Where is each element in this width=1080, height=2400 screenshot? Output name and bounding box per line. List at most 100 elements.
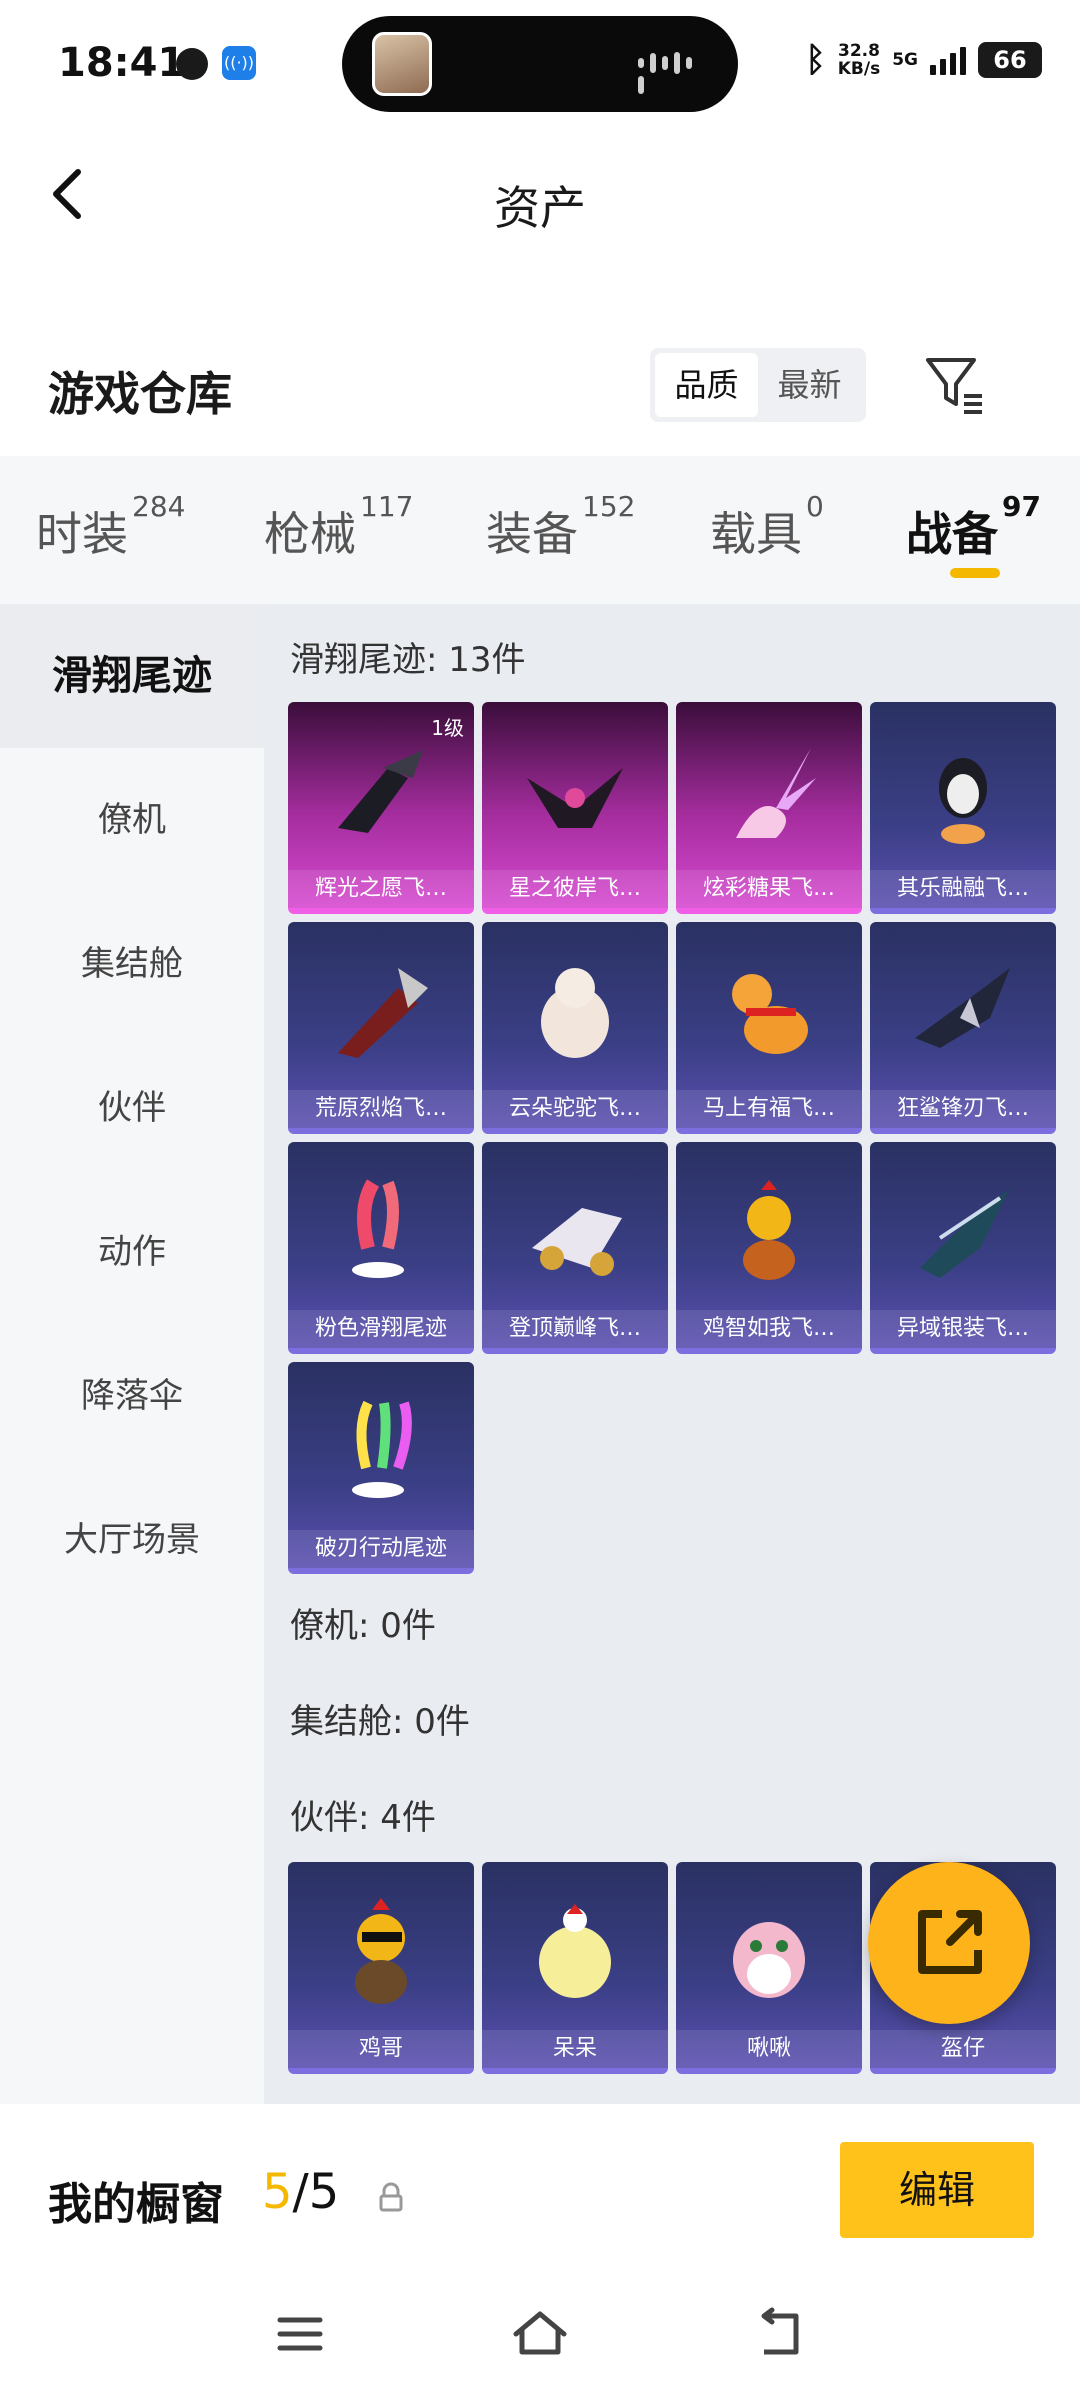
partner-card[interactable]: 啾啾 [676, 1862, 862, 2074]
item-card[interactable]: 狂鲨锋刃飞… [870, 922, 1056, 1134]
network-type: 5G [892, 50, 918, 70]
item-name: 马上有福飞… [676, 1090, 862, 1128]
item-name: 荒原烈焰飞… [288, 1090, 474, 1128]
tab-count: 284 [132, 490, 186, 523]
tab-equipment[interactable]: 装备152 [486, 490, 635, 564]
signal-icon [930, 45, 966, 75]
item-card[interactable]: 马上有福飞… [676, 922, 862, 1134]
tab-count: 97 [1002, 490, 1041, 523]
item-name: 粉色滑翔尾迹 [288, 1310, 474, 1348]
media-thumbnail [372, 32, 432, 96]
section-title-partner: 伙伴: 4件 [290, 1798, 436, 1838]
sidebar-item-glide-trail[interactable]: 滑翔尾迹 [0, 604, 264, 748]
showcase-total: /5 [292, 2164, 340, 2220]
sidebar-item-partner[interactable]: 伙伴 [0, 1036, 264, 1180]
audio-wave-icon [638, 52, 708, 94]
section-title-glide: 滑翔尾迹: 13件 [290, 640, 526, 680]
showcase-count: 5/5 [262, 2164, 339, 2220]
partner-card[interactable]: 鸡哥 [288, 1862, 474, 2074]
item-card[interactable]: 其乐融融飞… [870, 702, 1056, 914]
tab-count: 152 [582, 490, 636, 523]
item-card[interactable]: 鸡智如我飞… [676, 1142, 862, 1354]
sort-toggle: 品质 最新 [650, 348, 866, 422]
tab-battle-gear[interactable]: 战备97 [906, 490, 1041, 564]
sort-quality-button[interactable]: 品质 [655, 353, 758, 417]
item-name: 狂鲨锋刃飞… [870, 1090, 1056, 1128]
app-header: 资产 [0, 130, 1080, 260]
item-name: 鸡智如我飞… [676, 1310, 862, 1348]
tab-count: 0 [806, 490, 824, 523]
network-speed: 32.8 KB/s [838, 42, 880, 78]
item-image [527, 768, 623, 828]
section-title-pod: 集结舱: 0件 [290, 1702, 470, 1742]
edit-button[interactable]: 编辑 [840, 2142, 1034, 2238]
tab-label: 战备 [906, 507, 998, 561]
lock-icon [379, 2182, 403, 2212]
filter-icon[interactable] [922, 352, 986, 416]
back-icon[interactable] [750, 2304, 810, 2364]
item-image [915, 968, 1010, 1048]
menu-icon[interactable] [270, 2304, 330, 2364]
warehouse-title: 游戏仓库 [48, 367, 232, 421]
sidebar-item-wingman[interactable]: 僚机 [0, 748, 264, 892]
showcase-current: 5 [262, 2164, 293, 2220]
item-card[interactable]: 登顶巅峰飞… [482, 1142, 668, 1354]
item-name: 破刃行动尾迹 [288, 1530, 474, 1568]
share-icon [918, 1910, 982, 1974]
share-button[interactable] [868, 1862, 1030, 2024]
item-card[interactable]: 星之彼岸飞… [482, 702, 668, 914]
status-bar: 18:41 ((·)) ᛒ 32.8 KB/s 5G 66 [0, 0, 1080, 130]
item-name: 其乐融融飞… [870, 870, 1056, 908]
item-image [736, 748, 816, 838]
item-card[interactable]: 炫彩糖果飞… [676, 702, 862, 914]
item-card[interactable]: 1级 辉光之愿飞… [288, 702, 474, 914]
item-name: 炫彩糖果飞… [676, 870, 862, 908]
tab-vehicles[interactable]: 载具0 [710, 490, 824, 564]
tab-count: 117 [360, 490, 414, 523]
dynamic-island[interactable] [342, 16, 738, 112]
partner-name: 啾啾 [676, 2030, 862, 2068]
item-card[interactable]: 破刃行动尾迹 [288, 1362, 474, 1574]
sidebar-item-emote[interactable]: 动作 [0, 1180, 264, 1324]
moon-icon [176, 48, 208, 80]
item-name: 星之彼岸飞… [482, 870, 668, 908]
partner-name: 盔仔 [870, 2030, 1056, 2068]
item-card[interactable]: 粉色滑翔尾迹 [288, 1142, 474, 1354]
item-image [939, 758, 987, 844]
tab-label: 载具 [710, 507, 802, 561]
sidebar-item-lobby-scene[interactable]: 大厅场景 [0, 1468, 264, 1612]
partner-image [355, 1898, 407, 2004]
item-image [352, 1179, 404, 1278]
speed-unit: KB/s [837, 59, 881, 79]
sort-newest-button[interactable]: 最新 [758, 353, 861, 417]
home-icon[interactable] [510, 2304, 570, 2364]
sidebar-item-parachute[interactable]: 降落伞 [0, 1324, 264, 1468]
partner-image [539, 1904, 611, 1998]
partner-name: 鸡哥 [288, 2030, 474, 2068]
item-image [352, 1400, 412, 1498]
tab-label: 时装 [36, 507, 128, 561]
page-title: 资产 [494, 181, 586, 235]
item-card[interactable]: 荒原烈焰飞… [288, 922, 474, 1134]
showcase-bar: 我的橱窗 5/5 编辑 [0, 2104, 1080, 2284]
item-image [338, 750, 423, 833]
sidebar-item-pod[interactable]: 集结舱 [0, 892, 264, 1036]
item-name: 登顶巅峰飞… [482, 1310, 668, 1348]
speed-value: 32.8 [837, 41, 880, 61]
active-tab-indicator [950, 568, 1000, 578]
showcase-label: 我的橱窗 [48, 2179, 224, 2230]
battery-icon: 66 [978, 42, 1042, 78]
tab-label: 枪械 [264, 507, 356, 561]
sidebar: 滑翔尾迹 僚机 集结舱 伙伴 动作 降落伞 大厅场景 [0, 604, 264, 2104]
category-tabs: 时装284 枪械117 装备152 载具0 战备97 [0, 456, 1080, 604]
tab-fashion[interactable]: 时装284 [36, 490, 185, 564]
tab-guns[interactable]: 枪械117 [264, 490, 413, 564]
tab-label: 装备 [486, 507, 578, 561]
item-card[interactable]: 异域银装飞… [870, 1142, 1056, 1354]
item-level: 1级 [431, 716, 464, 740]
item-image [541, 968, 609, 1058]
item-card[interactable]: 云朵驼驼飞… [482, 922, 668, 1134]
partner-card[interactable]: 呆呆 [482, 1862, 668, 2074]
item-image [338, 968, 428, 1058]
item-name: 云朵驼驼飞… [482, 1090, 668, 1128]
